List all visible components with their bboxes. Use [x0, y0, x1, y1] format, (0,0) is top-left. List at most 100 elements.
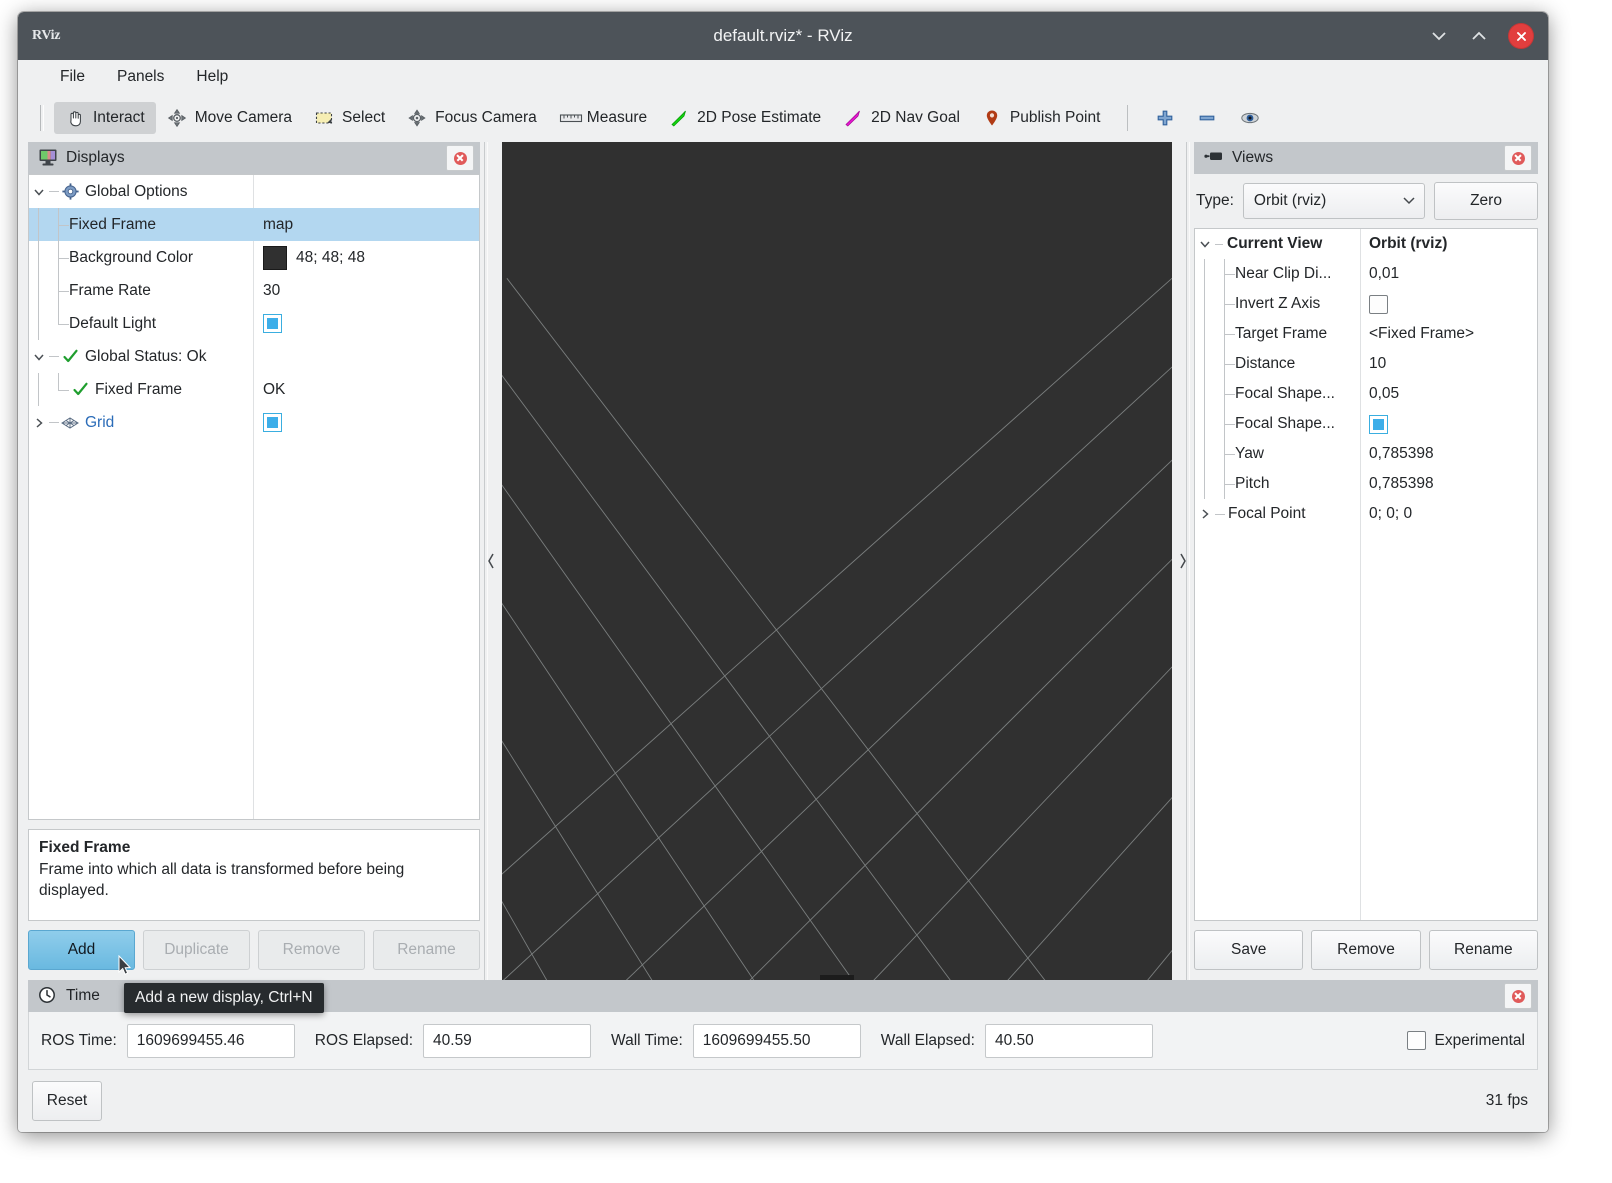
tool-measure[interactable]: Measure [548, 102, 658, 134]
tree-row-value-cell[interactable]: 48; 48; 48 [253, 241, 479, 274]
remove-view-button[interactable]: Remove [1311, 930, 1421, 970]
displays-button-row: Add Duplicate Remove Rename [28, 930, 480, 970]
tool-move-camera[interactable]: Move Camera [156, 102, 303, 134]
views-row-value-cell[interactable]: 0,01 [1360, 259, 1537, 289]
ros-time-field[interactable]: 1609699455.46 [126, 1023, 295, 1058]
tree-row-global-options[interactable]: Global Options [29, 175, 479, 208]
3d-render-viewport[interactable] [502, 142, 1172, 980]
views-row-current-view[interactable]: Current View Orbit (rviz) [1195, 229, 1537, 259]
views-row-focal-shape-size[interactable]: Focal Shape... 0,05 [1195, 379, 1537, 409]
color-swatch[interactable] [263, 245, 287, 270]
tree-node-label: Fixed Frame [95, 380, 182, 398]
tree-row-background-color[interactable]: Background Color 48; 48; 48 [29, 241, 479, 274]
tree-branch-line [1195, 409, 1215, 439]
grid-enabled-checkbox[interactable] [263, 413, 282, 432]
tree-node-label: Background Color [69, 248, 194, 266]
default-light-checkbox[interactable] [263, 314, 282, 333]
right-splitter-handle[interactable] [1172, 142, 1194, 980]
view-type-select[interactable]: Orbit (rviz) [1242, 183, 1425, 219]
wall-elapsed-field[interactable]: 40.50 [984, 1023, 1153, 1058]
time-close-button[interactable] [1504, 983, 1532, 1009]
maximize-icon[interactable] [1468, 25, 1490, 47]
tree-branch-elbow [49, 307, 69, 340]
displays-tree[interactable]: Global Options Fixed Frame map Backgroun… [28, 174, 480, 820]
menu-help[interactable]: Help [184, 64, 240, 90]
tree-row-grid[interactable]: Grid [29, 406, 479, 439]
views-row-value-cell[interactable]: 0,05 [1360, 379, 1537, 409]
views-row-value-cell[interactable]: 0,785398 [1360, 469, 1537, 499]
experimental-checkbox[interactable] [1406, 1031, 1426, 1050]
focal-shape-size-value: 0,05 [1369, 385, 1400, 402]
toolbar-grip[interactable] [40, 105, 44, 131]
rename-display-button[interactable]: Rename [373, 930, 480, 970]
views-close-button[interactable] [1504, 145, 1532, 171]
tool-2d-nav-goal[interactable]: 2D Nav Goal [832, 102, 971, 134]
reset-button[interactable]: Reset [32, 1081, 102, 1121]
zero-button[interactable]: Zero [1434, 182, 1538, 220]
tree-row-value-cell[interactable]: 30 [253, 274, 479, 307]
displays-close-button[interactable] [446, 145, 474, 171]
menu-panels[interactable]: Panels [105, 64, 176, 90]
chevron-down-icon[interactable] [29, 175, 49, 208]
views-row-yaw[interactable]: Yaw 0,785398 [1195, 439, 1537, 469]
wall-time-field[interactable]: 1609699455.50 [692, 1023, 861, 1058]
duplicate-display-button[interactable]: Duplicate [143, 930, 250, 970]
menu-file[interactable]: File [48, 64, 97, 90]
views-button-row: Save Remove Rename [1194, 930, 1538, 970]
tree-branch-elbow [49, 274, 69, 307]
chevron-right-icon[interactable] [29, 406, 49, 439]
tree-branch-line [1195, 469, 1215, 499]
views-row-focal-point[interactable]: Focal Point 0; 0; 0 [1195, 499, 1537, 529]
views-row-distance[interactable]: Distance 10 [1195, 349, 1537, 379]
tree-row-status-fixed-frame[interactable]: Fixed Frame OK [29, 373, 479, 406]
tree-row-value-cell[interactable] [253, 307, 479, 340]
remove-tool-button[interactable] [1186, 102, 1228, 134]
tree-row-label-cell: Frame Rate [29, 274, 253, 307]
close-icon[interactable] [1508, 23, 1534, 49]
tool-publish-point[interactable]: Publish Point [971, 102, 1111, 134]
tree-row-value-cell[interactable]: map [253, 208, 479, 241]
views-tree[interactable]: Current View Orbit (rviz) Near Clip Di..… [1194, 228, 1538, 921]
add-tool-button[interactable] [1144, 102, 1186, 134]
tree-row-value-cell[interactable] [253, 406, 479, 439]
views-row-value-cell[interactable]: 0,785398 [1360, 439, 1537, 469]
tool-2d-pose-estimate[interactable]: 2D Pose Estimate [658, 102, 832, 134]
views-row-value-cell[interactable] [1360, 409, 1537, 439]
left-splitter-handle[interactable] [480, 142, 502, 980]
views-row-target-frame[interactable]: Target Frame <Fixed Frame> [1195, 319, 1537, 349]
add-display-button[interactable]: Add [28, 930, 135, 970]
views-row-value-cell[interactable]: 0; 0; 0 [1360, 499, 1537, 529]
views-row-near-clip-distance[interactable]: Near Clip Di... 0,01 [1195, 259, 1537, 289]
camera-icon [1204, 148, 1224, 168]
views-row-value-cell[interactable] [1360, 289, 1537, 319]
views-row-invert-z-axis[interactable]: Invert Z Axis [1195, 289, 1537, 319]
minimize-icon[interactable] [1428, 25, 1450, 47]
tree-row-fixed-frame[interactable]: Fixed Frame map [29, 208, 479, 241]
tool-properties-button[interactable] [1228, 102, 1270, 134]
toolbar-separator [1127, 105, 1129, 131]
views-row-value-cell[interactable]: Orbit (rviz) [1360, 229, 1537, 259]
tree-row-default-light[interactable]: Default Light [29, 307, 479, 340]
views-row-pitch[interactable]: Pitch 0,785398 [1195, 469, 1537, 499]
tool-label: 2D Pose Estimate [697, 109, 822, 126]
views-row-value-cell[interactable]: <Fixed Frame> [1360, 319, 1537, 349]
tool-select[interactable]: Select [303, 102, 396, 134]
viewport-bottom-handle[interactable] [820, 975, 854, 980]
focal-shape-fixed-size-checkbox[interactable] [1369, 414, 1388, 434]
tree-row-frame-rate[interactable]: Frame Rate 30 [29, 274, 479, 307]
ros-elapsed-field[interactable]: 40.59 [423, 1023, 592, 1058]
views-row-value-cell[interactable]: 10 [1360, 349, 1537, 379]
tool-interact[interactable]: Interact [54, 102, 156, 134]
invert-z-axis-checkbox[interactable] [1369, 294, 1388, 314]
chevron-down-icon[interactable] [29, 340, 49, 373]
rename-view-button[interactable]: Rename [1428, 930, 1538, 970]
views-row-focal-shape-fixed-size[interactable]: Focal Shape... [1195, 409, 1537, 439]
tool-focus-camera[interactable]: Focus Camera [396, 102, 548, 134]
chevron-right-icon[interactable] [1195, 499, 1215, 529]
experimental-checkbox-wrap[interactable]: Experimental [1406, 1031, 1525, 1050]
remove-display-button[interactable]: Remove [258, 930, 365, 970]
chevron-down-icon[interactable] [1195, 229, 1215, 259]
tree-branch-line [1195, 379, 1215, 409]
save-view-button[interactable]: Save [1194, 930, 1304, 970]
tree-row-global-status[interactable]: Global Status: Ok [29, 340, 479, 373]
